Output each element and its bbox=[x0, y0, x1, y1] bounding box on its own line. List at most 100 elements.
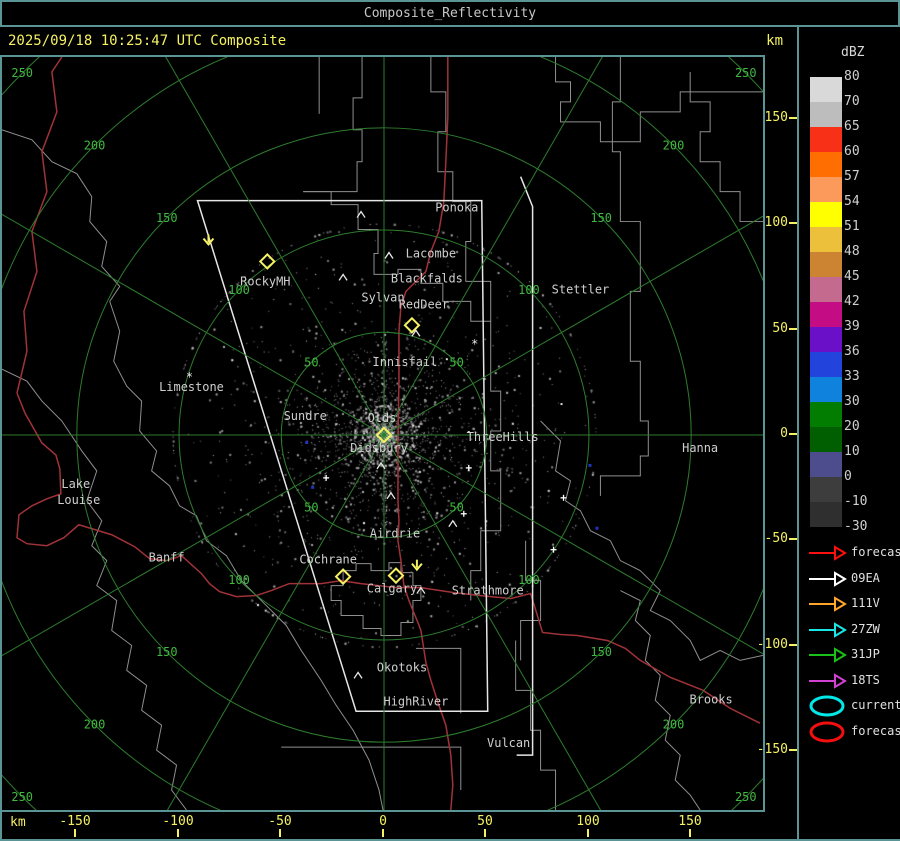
range-ring-label: 200 bbox=[84, 138, 106, 152]
x-axis-tick bbox=[74, 829, 76, 837]
y-axis-tick bbox=[789, 222, 797, 224]
scale-legend-panel: dBZ 80 70 65 60 57 54 51 48 45 42 39 36 33 30 20 10 0 -10… bbox=[797, 27, 900, 841]
scale-label: 33 bbox=[844, 369, 860, 384]
scale-label: -30 bbox=[844, 519, 868, 534]
range-ring-label: 50 bbox=[304, 501, 318, 515]
scale-swatch bbox=[810, 77, 842, 102]
dot-marker-icon bbox=[560, 403, 563, 406]
x-axis-unit-label: km bbox=[10, 815, 26, 830]
dot-marker-icon bbox=[467, 431, 470, 434]
county-boundary-line bbox=[303, 57, 363, 193]
scale-swatch bbox=[810, 177, 842, 202]
range-ring-label: 150 bbox=[156, 211, 178, 225]
scale-swatch bbox=[810, 102, 842, 127]
range-ring-label: 250 bbox=[735, 66, 757, 80]
city-label: Innisfail bbox=[373, 355, 438, 369]
legend-label: 09EA bbox=[851, 570, 880, 585]
scale-swatch bbox=[810, 152, 842, 177]
highway-line bbox=[16, 57, 63, 394]
legend-row: 111V bbox=[799, 592, 900, 617]
x-axis-tick-label: 50 bbox=[477, 814, 493, 829]
range-spoke bbox=[165, 57, 385, 436]
y-axis-tick bbox=[789, 117, 797, 119]
city-label: Olds bbox=[368, 411, 397, 425]
range-ring-label: 250 bbox=[11, 66, 33, 80]
county-boundary-line bbox=[689, 71, 763, 223]
scale-swatch bbox=[810, 452, 842, 477]
x-axis-tick-label: -100 bbox=[162, 814, 194, 829]
city-label: Lake bbox=[61, 477, 90, 491]
x-axis-tick bbox=[279, 829, 281, 837]
x-axis-tick bbox=[587, 829, 589, 837]
legend-arrow-icon bbox=[809, 621, 847, 638]
scale-label: 57 bbox=[844, 169, 860, 184]
range-spoke bbox=[383, 434, 602, 810]
range-ring bbox=[2, 57, 763, 810]
county-boundary-line bbox=[281, 746, 462, 791]
legend-row: 27ZW bbox=[799, 618, 900, 643]
range-ring-label: 50 bbox=[449, 501, 463, 515]
range-ring-label: 50 bbox=[449, 355, 463, 369]
city-label: Hanna bbox=[682, 441, 718, 455]
legend-arrow-icon bbox=[809, 647, 847, 663]
legend-label: 27ZW bbox=[851, 621, 880, 636]
scale-swatch bbox=[810, 127, 842, 152]
y-axis-tick-label: 100 bbox=[764, 215, 788, 230]
city-label: Banff bbox=[149, 551, 185, 565]
y-axis-unit-label: km bbox=[766, 33, 783, 49]
scale-swatch bbox=[810, 427, 842, 452]
county-boundary-line bbox=[2, 129, 121, 302]
caret-marker-icon bbox=[386, 491, 396, 500]
x-axis-tick-label: -50 bbox=[268, 814, 292, 829]
x-axis-tick-label: -150 bbox=[59, 814, 91, 829]
range-ring-label: 50 bbox=[304, 355, 318, 369]
range-ring-label: 150 bbox=[590, 211, 612, 225]
range-axis-horizontal: km -150 -100 -50 0 50 100 150 bbox=[0, 812, 797, 841]
city-label: Vulcan bbox=[487, 736, 530, 750]
city-label: HighRiver bbox=[384, 694, 449, 708]
scale-label: 0 bbox=[844, 469, 852, 484]
scale-label: 60 bbox=[844, 144, 860, 159]
scale-swatch bbox=[810, 502, 842, 527]
x-axis-tick-label: 100 bbox=[576, 814, 600, 829]
range-axis-vertical: 150 100 50 0 -50 -100 -150 bbox=[757, 55, 797, 812]
range-ring-label: 100 bbox=[518, 283, 540, 297]
range-ring-label: 100 bbox=[228, 573, 250, 587]
scale-label: 54 bbox=[844, 194, 860, 209]
y-axis-tick bbox=[789, 328, 797, 330]
x-axis-tick bbox=[177, 829, 179, 837]
scale-label: 30 bbox=[844, 394, 860, 409]
scale-swatch bbox=[810, 277, 842, 302]
scale-swatch bbox=[810, 402, 842, 427]
range-spoke bbox=[2, 434, 385, 657]
window-title: Composite_Reflectivity bbox=[0, 0, 900, 27]
scale-label: 42 bbox=[844, 294, 860, 309]
city-label: Ponoka bbox=[435, 201, 478, 215]
scale-label: 45 bbox=[844, 269, 860, 284]
legend-label: 18TS bbox=[851, 672, 880, 687]
radar-map-display[interactable]: 50 50 50 50 100 100 100 100 150 150 150 150 200 200 20… bbox=[0, 55, 765, 812]
scale-swatch bbox=[810, 202, 842, 227]
blue-dot-marker-icon bbox=[311, 485, 315, 489]
radar-app-window: Composite_Reflectivity 2025/09/18 10:25:… bbox=[0, 0, 900, 841]
x-axis-tick-label: 150 bbox=[678, 814, 702, 829]
x-axis-tick bbox=[484, 829, 486, 837]
scale-swatch bbox=[810, 377, 842, 402]
legend-arrow-icon bbox=[809, 596, 847, 612]
legend-label: 31JP bbox=[851, 647, 880, 661]
city-label: Airdrie bbox=[370, 527, 420, 541]
legend-row: forecast bbox=[799, 720, 900, 745]
legend-arrow-icon bbox=[809, 570, 847, 587]
caret-marker-icon bbox=[353, 671, 363, 679]
county-boundary-line bbox=[515, 640, 557, 810]
range-ring-label: 150 bbox=[156, 645, 178, 659]
scale-swatch bbox=[810, 227, 842, 252]
city-label: Didsbury bbox=[350, 441, 408, 455]
blue-dot-marker-icon bbox=[595, 526, 599, 530]
city-label: Brooks bbox=[690, 692, 733, 706]
y-axis-tick-label: -150 bbox=[756, 742, 788, 757]
range-ring bbox=[2, 57, 763, 810]
scale-label: 10 bbox=[844, 444, 860, 459]
legend-row: 18TS bbox=[799, 669, 900, 694]
x-axis-tick bbox=[382, 829, 384, 837]
